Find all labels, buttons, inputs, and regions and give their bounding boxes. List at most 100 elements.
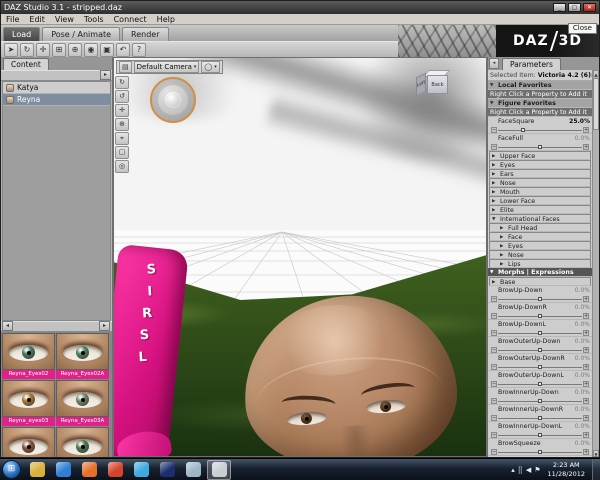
parameter-row[interactable]: ▼ Figure Favorites − + bbox=[488, 99, 592, 108]
slider-track[interactable] bbox=[498, 398, 582, 404]
slider-decrement-button[interactable]: − bbox=[491, 448, 497, 455]
slider-handle[interactable] bbox=[538, 330, 542, 335]
slider-increment-button[interactable]: + bbox=[583, 143, 589, 150]
parameter-row[interactable]: ▶ Full Head − + bbox=[489, 223, 591, 232]
slider-increment-button[interactable]: + bbox=[583, 363, 589, 370]
expand-arrow-icon[interactable]: ▼ bbox=[492, 217, 498, 222]
lighting-sphere-gizmo[interactable] bbox=[150, 77, 196, 123]
scrollbar-thumb[interactable] bbox=[593, 78, 599, 130]
slider-track[interactable] bbox=[498, 144, 582, 150]
parameter-row[interactable]: Right Click a Property to Add it Here − … bbox=[488, 108, 592, 117]
aim-icon[interactable]: ◎ bbox=[115, 160, 129, 173]
rotate-tool-icon[interactable]: ↻ bbox=[20, 42, 34, 57]
content-tree-item[interactable]: Reyna bbox=[3, 94, 110, 106]
expand-arrow-icon[interactable]: ▶ bbox=[492, 172, 498, 177]
camera-selector-dropdown[interactable]: Default Camera ▾ bbox=[133, 61, 200, 73]
parameter-row[interactable]: BrowUp-DownL 0.0% − + bbox=[488, 320, 592, 337]
parameter-row[interactable]: ▼ Local Favorites − + bbox=[488, 81, 592, 90]
panel-collapse-icon[interactable]: ▸ bbox=[100, 70, 111, 80]
expand-arrow-icon[interactable]: ▶ bbox=[500, 226, 506, 231]
content-tree[interactable]: Katya Reyna bbox=[2, 81, 111, 321]
slider-decrement-button[interactable]: − bbox=[491, 329, 497, 336]
parameter-row[interactable]: BrowInnerUp-DownR 0.0% − + bbox=[488, 405, 592, 422]
slider-handle[interactable] bbox=[521, 127, 526, 132]
view-cube-front-face[interactable]: Back bbox=[427, 75, 448, 94]
slider-increment-button[interactable]: + bbox=[583, 414, 589, 421]
pan-icon[interactable]: ✛ bbox=[115, 104, 129, 117]
tab-parameters[interactable]: Parameters bbox=[502, 58, 561, 70]
content-thumbnail[interactable]: Reyna_Eyes02A bbox=[56, 333, 109, 379]
slider-increment-button[interactable]: + bbox=[583, 346, 589, 353]
slider-track[interactable] bbox=[498, 296, 582, 302]
slider-decrement-button[interactable]: − bbox=[491, 414, 497, 421]
parameter-row[interactable]: FaceSquare 25.0% − + bbox=[488, 117, 592, 134]
show-desktop-button[interactable] bbox=[592, 458, 600, 480]
parameter-row[interactable]: ▼ Morphs | Expressions − + bbox=[488, 268, 592, 277]
slider-decrement-button[interactable]: − bbox=[491, 363, 497, 370]
taskbar-app-button[interactable] bbox=[25, 460, 49, 480]
frame-icon[interactable]: ▢ bbox=[115, 146, 129, 159]
slider-handle[interactable] bbox=[538, 364, 542, 369]
content-tree-item[interactable]: Katya bbox=[3, 82, 110, 94]
slider-track[interactable] bbox=[498, 415, 582, 421]
undo-icon[interactable]: ↶ bbox=[116, 42, 130, 57]
menu-item[interactable]: Connect bbox=[109, 15, 152, 24]
slider-increment-button[interactable]: + bbox=[583, 295, 589, 302]
expand-arrow-icon[interactable]: ▶ bbox=[492, 163, 498, 168]
drawstyle-dropdown[interactable]: ◯ ▾ bbox=[201, 61, 220, 73]
slider-increment-button[interactable]: + bbox=[583, 380, 589, 387]
scale-tool-icon[interactable]: ⊞ bbox=[52, 42, 66, 57]
parameter-row[interactable]: BrowOuterUp-DownL 0.0% − + bbox=[488, 371, 592, 388]
volume-icon[interactable]: ◀ bbox=[526, 460, 531, 480]
expand-arrow-icon[interactable]: ▶ bbox=[492, 199, 498, 204]
taskbar-app-button[interactable] bbox=[77, 460, 101, 480]
slider-decrement-button[interactable]: − bbox=[491, 397, 497, 404]
expand-arrow-icon[interactable]: ▶ bbox=[492, 208, 498, 213]
activity-tab[interactable]: Render bbox=[122, 27, 169, 41]
title-bar[interactable]: DAZ Studio 3.1 - stripped.daz _ ▢ ✕ bbox=[1, 1, 599, 14]
maximize-button[interactable]: ▢ bbox=[568, 3, 581, 12]
slider-handle[interactable] bbox=[538, 144, 542, 149]
expand-arrow-icon[interactable]: ▼ bbox=[490, 270, 496, 275]
panel-nav-left-icon[interactable]: ◂ bbox=[489, 58, 499, 69]
orbit-icon[interactable]: ↻ bbox=[115, 76, 129, 89]
slider-decrement-button[interactable]: − bbox=[491, 312, 497, 319]
camera-icon[interactable]: ▤ bbox=[119, 61, 132, 73]
parameter-row[interactable]: ▶ Base − + bbox=[489, 277, 591, 286]
parameter-row[interactable]: ▶ Eyes − + bbox=[489, 241, 591, 250]
activity-tab[interactable]: Pose / Animate bbox=[42, 27, 121, 41]
parameter-row[interactable]: ▶ Face − + bbox=[489, 232, 591, 241]
slider-decrement-button[interactable]: − bbox=[491, 431, 497, 438]
slider-handle[interactable] bbox=[538, 415, 542, 420]
taskbar-app-button[interactable] bbox=[207, 459, 231, 480]
eye-thumbnail-image[interactable] bbox=[2, 380, 55, 417]
content-thumbnail[interactable] bbox=[56, 427, 109, 457]
expand-arrow-icon[interactable]: ▶ bbox=[492, 181, 498, 186]
parameters-scrollbar[interactable]: ▲ ▼ bbox=[592, 70, 599, 457]
spot-render-tool-icon[interactable]: ▣ bbox=[100, 42, 114, 57]
slider-track[interactable] bbox=[498, 381, 582, 387]
scroll-up-icon[interactable]: ▲ bbox=[593, 70, 599, 77]
expand-arrow-icon[interactable]: ▶ bbox=[500, 262, 506, 267]
content-thumbnail[interactable]: Reyna_eyes03 bbox=[2, 380, 55, 426]
rotate-view-icon[interactable]: ↺ bbox=[115, 90, 129, 103]
slider-track[interactable] bbox=[498, 127, 582, 133]
slider-handle[interactable] bbox=[538, 347, 542, 352]
expand-arrow-icon[interactable]: ▼ bbox=[490, 83, 496, 88]
parameter-row[interactable]: BrowOuterUp-DownR 0.0% − + bbox=[488, 354, 592, 371]
view-cube-gizmo[interactable]: Left Back bbox=[414, 70, 451, 100]
eye-thumbnail-image[interactable] bbox=[56, 427, 109, 457]
slider-track[interactable] bbox=[498, 449, 582, 455]
view-cube-side-face[interactable]: Left bbox=[416, 72, 426, 97]
slider-increment-button[interactable]: + bbox=[583, 397, 589, 404]
parameter-row[interactable]: BrowInnerUp-Down 0.0% − + bbox=[488, 388, 592, 405]
parameter-row[interactable]: ▶ Nose − + bbox=[489, 178, 591, 187]
menu-item[interactable]: Edit bbox=[24, 15, 50, 24]
parameter-row[interactable]: ▶ Upper Face − + bbox=[489, 151, 591, 160]
expand-arrow-icon[interactable]: ▼ bbox=[490, 101, 496, 106]
node-selection-tool-icon[interactable]: ➤ bbox=[4, 42, 18, 57]
menu-item[interactable]: View bbox=[50, 15, 79, 24]
expand-arrow-icon[interactable]: ▶ bbox=[500, 253, 506, 258]
parameter-row[interactable]: BrowOuterUp-Down 0.0% − + bbox=[488, 337, 592, 354]
thumbs-prev-icon[interactable]: ◂ bbox=[2, 321, 13, 331]
